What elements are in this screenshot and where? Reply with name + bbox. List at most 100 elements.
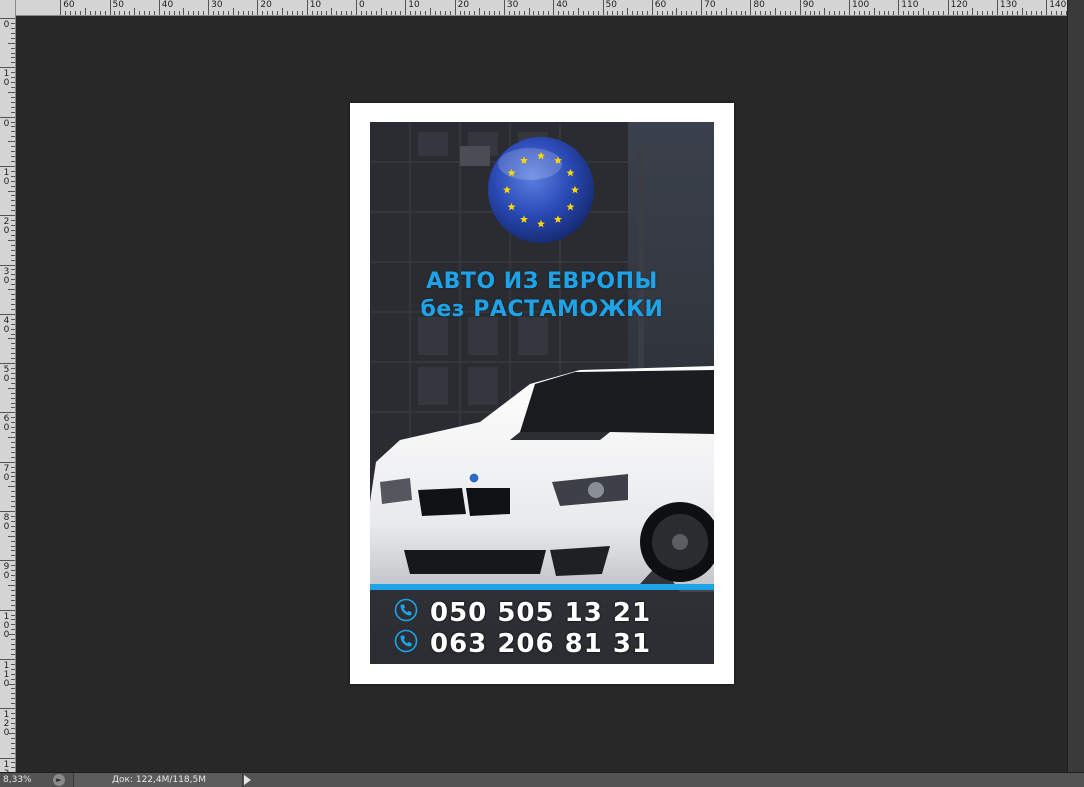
- ruler-minor-tick: [11, 530, 15, 532]
- vertical-ruler[interactable]: 0100102030405060708090100110120130: [0, 15, 16, 772]
- ruler-minor-tick: [79, 11, 81, 15]
- ruler-minor-tick: [1060, 11, 1062, 15]
- flyer-background: [370, 122, 714, 664]
- ruler-minor-tick: [213, 11, 215, 15]
- horizontal-ruler[interactable]: 60 50 40 30 20 10 0 10 20 30 40 50 60 70 80 90 100 110 120…: [16, 0, 1068, 16]
- ruler-tick-label: 110: [3, 660, 10, 689]
- ruler-minor-tick: [11, 397, 15, 399]
- ruler-tick-label: 0: [3, 20, 10, 30]
- ruler-minor-tick: [11, 279, 15, 281]
- ruler-tick: [405, 0, 407, 15]
- ruler-minor-tick: [84, 8, 86, 15]
- ruler-minor-tick: [11, 644, 15, 646]
- ruler-tick: [208, 0, 210, 15]
- ruler-minor-tick: [829, 11, 831, 15]
- ruler-minor-tick: [942, 11, 944, 15]
- document-canvas[interactable]: АВТО ИЗ ЕВРОПЫ без РАСТАМОЖКИ 050 505 13…: [350, 103, 734, 684]
- ruler-minor-tick: [582, 11, 584, 15]
- ruler-minor-tick: [725, 8, 727, 15]
- ruler-tick: [0, 67, 15, 69]
- ruler-minor-tick: [11, 303, 15, 305]
- ruler-minor-tick: [11, 180, 15, 182]
- ruler-minor-tick: [903, 11, 905, 15]
- ruler-minor-tick: [962, 11, 964, 15]
- ruler-minor-tick: [11, 200, 15, 202]
- ruler-minor-tick: [538, 11, 540, 15]
- ruler-minor-tick: [11, 491, 15, 493]
- ruler-minor-tick: [104, 11, 106, 15]
- ruler-minor-tick: [11, 47, 15, 49]
- ruler-minor-tick: [8, 683, 15, 685]
- ruler-minor-tick: [139, 11, 141, 15]
- phone-row-1: 050 505 13 21: [394, 598, 651, 628]
- ruler-tick: [454, 0, 456, 15]
- ruler-tick-label: 30: [3, 266, 10, 286]
- ruler-minor-tick: [11, 501, 15, 503]
- ruler-minor-tick: [11, 323, 15, 325]
- ruler-tick: [0, 511, 15, 512]
- ruler-tick: [0, 313, 15, 315]
- ruler-minor-tick: [878, 11, 880, 15]
- ruler-minor-tick: [11, 220, 15, 222]
- ruler-minor-tick: [779, 11, 781, 15]
- ruler-tick-label: 120: [3, 710, 10, 739]
- ruler-corner[interactable]: [0, 0, 16, 16]
- ruler-minor-tick: [8, 91, 15, 93]
- ruler-tick: [257, 0, 259, 15]
- ruler-minor-tick: [11, 392, 15, 394]
- ruler-tick: [0, 609, 15, 611]
- ruler-minor-tick: [1026, 11, 1028, 15]
- ruler-minor-tick: [434, 11, 436, 15]
- ruler-minor-tick: [153, 11, 155, 15]
- ruler-minor-tick: [11, 299, 15, 300]
- ruler-minor-tick: [686, 11, 688, 15]
- ruler-tick-label: 100: [852, 0, 870, 10]
- ruler-minor-tick: [987, 11, 989, 15]
- ruler-minor-tick: [11, 446, 15, 448]
- ruler-minor-tick: [400, 11, 402, 15]
- ruler-tick: [503, 0, 505, 15]
- ruler-minor-tick: [449, 11, 451, 15]
- ruler-tick-label: 130: [999, 0, 1018, 10]
- ruler-minor-tick: [11, 565, 15, 567]
- status-menu-arrow-icon[interactable]: [244, 775, 251, 785]
- ruler-minor-tick: [972, 8, 974, 15]
- ruler-minor-tick: [11, 619, 15, 621]
- ruler-minor-tick: [567, 11, 569, 15]
- document-info[interactable]: Док: 122,4M/118,5M: [73, 773, 243, 787]
- document-profile-icon[interactable]: ►: [53, 774, 65, 786]
- ruler-minor-tick: [11, 225, 15, 227]
- ruler-minor-tick: [420, 11, 422, 15]
- ruler-minor-tick: [518, 11, 520, 15]
- ruler-tick-label: 110: [901, 0, 919, 10]
- ruler-minor-tick: [11, 520, 15, 522]
- eu-flag-badge-icon: [488, 137, 594, 243]
- ruler-minor-tick: [114, 11, 116, 15]
- ruler-tick-label: 90: [3, 562, 10, 582]
- ruler-minor-tick: [681, 11, 683, 15]
- vertical-scrollbar[interactable]: [1067, 0, 1084, 772]
- ruler-minor-tick: [351, 11, 353, 15]
- ruler-minor-tick: [666, 11, 668, 15]
- ruler-tick: [1046, 0, 1048, 15]
- ruler-minor-tick: [1016, 11, 1018, 15]
- ruler-minor-tick: [277, 11, 279, 15]
- ruler-minor-tick: [844, 11, 846, 15]
- ruler-tick-label: 60: [3, 414, 10, 434]
- ruler-minor-tick: [252, 11, 254, 15]
- ruler-minor-tick: [282, 8, 284, 15]
- ruler-tick-label: 130: [3, 759, 10, 772]
- ruler-minor-tick: [459, 11, 461, 15]
- ruler-minor-tick: [321, 11, 323, 15]
- ruler-minor-tick: [11, 254, 15, 256]
- ruler-minor-tick: [11, 244, 15, 246]
- ruler-tick: [306, 0, 308, 15]
- ruler-minor-tick: [11, 77, 15, 79]
- accent-stripe: [370, 584, 714, 590]
- ruler-minor-tick: [11, 599, 15, 601]
- ruler-tick-label: 80: [753, 0, 765, 10]
- ruler-minor-tick: [11, 663, 15, 665]
- ruler-minor-tick: [11, 737, 15, 739]
- ruler-tick: [0, 116, 15, 118]
- zoom-level[interactable]: 8,33%: [3, 775, 32, 785]
